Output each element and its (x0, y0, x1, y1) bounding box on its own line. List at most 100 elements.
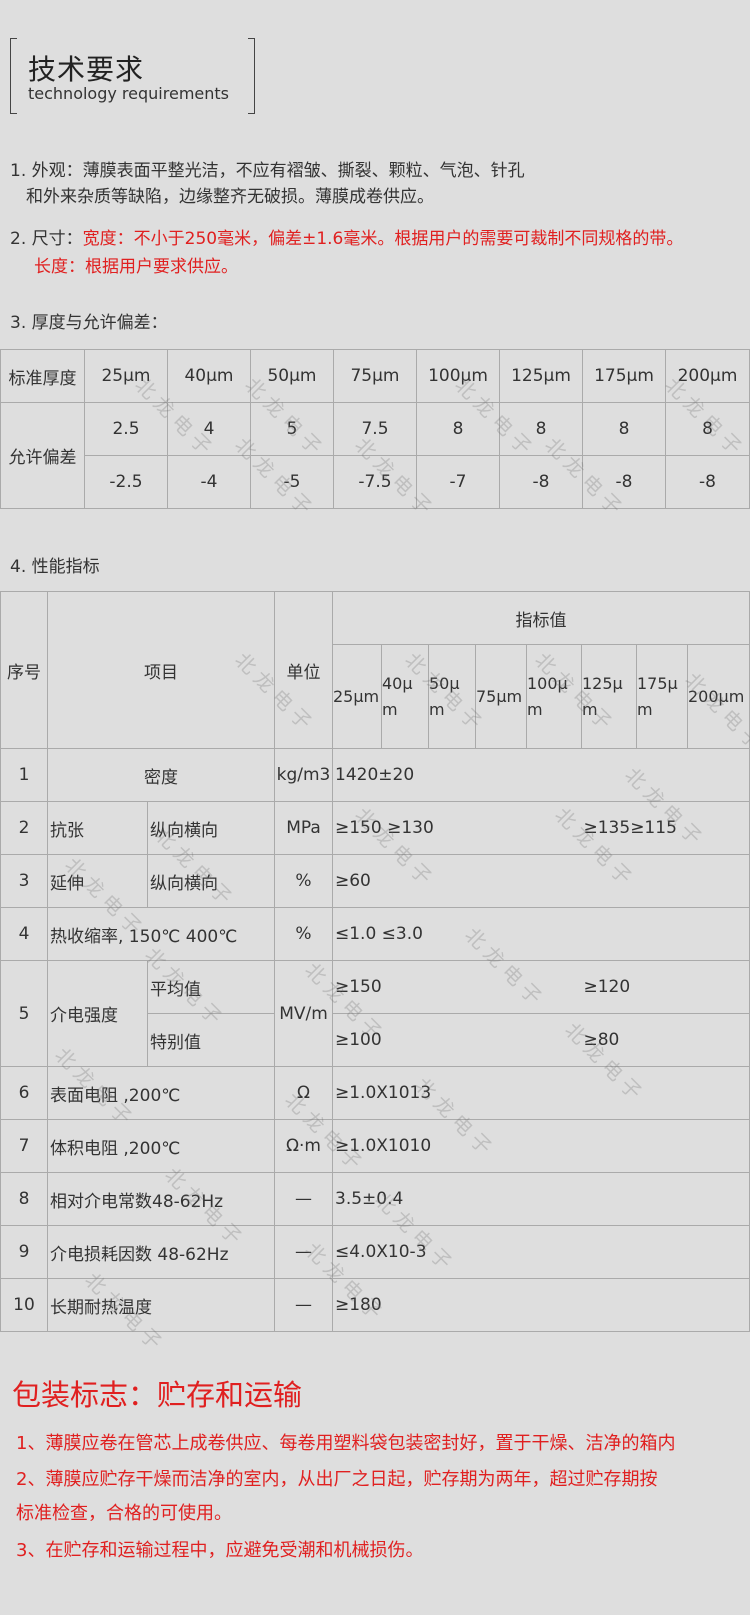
row-unit: kg/m3 (274, 748, 333, 802)
row-no: 8 (0, 1172, 48, 1226)
deviation-plus-cell: 8 (665, 402, 750, 456)
thickness-cell: 125μm (499, 349, 583, 403)
row-unit: — (274, 1225, 333, 1279)
table-row: 8 相对介电常数48-62Hz — 3.5±0.4 (0, 1172, 750, 1226)
table-row: 10 长期耐热温度 — ≥180 (0, 1278, 750, 1332)
size-header-cell: 125μm (581, 644, 637, 749)
row-subitem-2: 特别值 (147, 1013, 275, 1067)
deviation-minus-cell: -7 (416, 455, 500, 509)
deviation-plus-cell: 8 (582, 402, 666, 456)
table-row: 3 延伸 纵向横向 % ≥60 (0, 854, 750, 908)
row-item: 相对介电常数48-62Hz (47, 1172, 275, 1226)
deviation-minus-cell: -2.5 (84, 455, 168, 509)
row-no: 1 (0, 748, 48, 802)
deviation-plus-cell: 7.5 (333, 402, 417, 456)
thickness-cell: 40μm (167, 349, 251, 403)
thickness-cell: 100μm (416, 349, 500, 403)
row-value: ≥150 (332, 960, 582, 1014)
size-line: 2. 尺寸：宽度：不小于250毫米，偏差±1.6毫米。根据用户的需要可裁制不同规… (10, 224, 683, 249)
performance-table: 序号 项目 单位 指标值 25μm 40μm 50μm 75μm 100μm 1… (0, 591, 750, 1332)
deviation-plus-cell: 4 (167, 402, 251, 456)
size-length-text: 长度：根据用户要求供应。 (34, 257, 238, 277)
page-title: 技术要求 (28, 53, 145, 86)
thickness-cell: 75μm (333, 349, 417, 403)
row-value-4: ≥80 (581, 1013, 750, 1067)
col-value-header: 指标值 (332, 591, 750, 645)
row-value-3: ≥100 (332, 1013, 582, 1067)
table-row: 7 体积电阻 ,200℃ Ω·m ≥1.0X1010 (0, 1119, 750, 1173)
row-no: 4 (0, 907, 48, 961)
deviation-plus-cell: 5 (250, 402, 334, 456)
size-prefix: 2. 尺寸： (10, 229, 83, 249)
row-unit: MV/m (274, 960, 333, 1067)
deviation-minus-cell: -8 (582, 455, 666, 509)
deviation-minus-cell: -8 (665, 455, 750, 509)
row-item: 介电损耗因数 48-62Hz (47, 1225, 275, 1279)
row-item: 抗张 (47, 801, 148, 855)
row-value: ≥1.0X1013 (332, 1066, 750, 1120)
row-value: 1420±20 (332, 748, 750, 802)
row-unit: % (274, 907, 333, 961)
size-header-cell: 200μm (687, 644, 750, 749)
appearance-line-2: 和外来杂质等缺陷，边缘整齐无破损。薄膜成卷供应。 (26, 187, 434, 207)
row-no: 7 (0, 1119, 48, 1173)
row-subitem: 纵向横向 (147, 854, 275, 908)
perf-header-row-1: 序号 项目 单位 指标值 (0, 591, 750, 749)
row-no: 10 (0, 1278, 48, 1332)
table-row: 4 热收缩率, 150℃ 400℃ % ≤1.0 ≤3.0 (0, 907, 750, 961)
row-unit: — (274, 1172, 333, 1226)
packaging-line-2a: 2、薄膜应贮存干燥而洁净的室内，从出厂之日起，贮存期为两年，超过贮存期按 (16, 1469, 658, 1490)
row-item: 密度 (47, 748, 275, 802)
deviation-minus-cell: -7.5 (333, 455, 417, 509)
row-item: 长期耐热温度 (47, 1278, 275, 1332)
row-value-2: ≥135≥115 (581, 801, 750, 855)
packaging-line-3: 3、在贮存和运输过程中，应避免受潮和机械损伤。 (16, 1540, 424, 1561)
deviation-minus-cell: -4 (167, 455, 251, 509)
size-header-cell: 75μm (475, 644, 527, 749)
row-no: 2 (0, 801, 48, 855)
row-no: 6 (0, 1066, 48, 1120)
packaging-line-1: 1、薄膜应卷在管芯上成卷供应、每卷用塑料袋包装密封好，置于干燥、洁净的箱内 (16, 1433, 676, 1454)
size-header-cell: 40μm (381, 644, 429, 749)
size-width-text: 宽度：不小于250毫米，偏差±1.6毫米。根据用户的需要可裁制不同规格的带。 (82, 229, 684, 249)
row-value: ≥180 (332, 1278, 750, 1332)
row-item: 介电强度 (47, 960, 148, 1067)
size-header-cell: 50μm (428, 644, 476, 749)
row-subitem: 平均值 (147, 960, 275, 1014)
size-header-cell: 175μm (636, 644, 688, 749)
col-unit-header: 单位 (274, 591, 333, 749)
col-no-header: 序号 (0, 591, 48, 749)
row-unit: Ω (274, 1066, 333, 1120)
row-value: ≤1.0 ≤3.0 (332, 907, 750, 961)
deviation-label: 允许偏差 (0, 402, 85, 509)
table-row: 6 表面电阻 ,200℃ Ω ≥1.0X1013 (0, 1066, 750, 1120)
row-no: 9 (0, 1225, 48, 1279)
row-item: 热收缩率, 150℃ 400℃ (47, 907, 275, 961)
row-unit: — (274, 1278, 333, 1332)
bracket-right (248, 38, 255, 114)
table-row: 1 密度 kg/m3 1420±20 (0, 748, 750, 802)
page-subtitle: technology requirements (28, 84, 229, 103)
bracket-left (10, 38, 17, 114)
deviation-minus-cell: -5 (250, 455, 334, 509)
table-row: 2 抗张 纵向横向 MPa ≥150 ≥130 ≥135≥115 (0, 801, 750, 855)
thickness-cell: 50μm (250, 349, 334, 403)
row-no: 3 (0, 854, 48, 908)
table-row: 9 介电损耗因数 48-62Hz — ≤4.0X10-3 (0, 1225, 750, 1279)
row-value: 3.5±0.4 (332, 1172, 750, 1226)
row-unit: Ω·m (274, 1119, 333, 1173)
size-header-cell: 100μm (526, 644, 582, 749)
performance-heading: 4. 性能指标 (10, 557, 100, 577)
row-item: 延伸 (47, 854, 148, 908)
appearance-line-1: 1. 外观：薄膜表面平整光洁，不应有褶皱、撕裂、颗粒、气泡、针孔 (10, 161, 525, 181)
standard-thickness-label: 标准厚度 (0, 349, 85, 403)
row-value: ≤4.0X10-3 (332, 1225, 750, 1279)
deviation-minus-cell: -8 (499, 455, 583, 509)
deviation-plus-cell: 8 (499, 402, 583, 456)
deviation-plus-cell: 2.5 (84, 402, 168, 456)
deviation-plus-cell: 8 (416, 402, 500, 456)
packaging-line-2b: 标准检查，合格的可使用。 (16, 1503, 232, 1524)
row-unit: % (274, 854, 333, 908)
size-header-cell: 25μm (332, 644, 382, 749)
row-no: 5 (0, 960, 48, 1067)
